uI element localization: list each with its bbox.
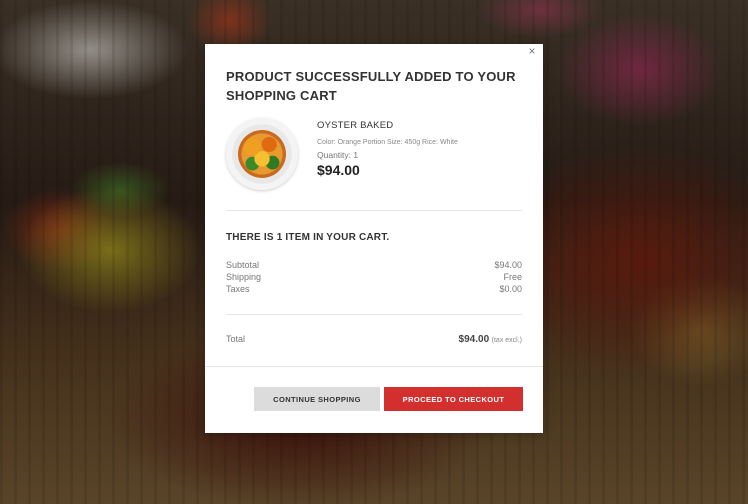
divider — [226, 210, 522, 211]
total-label: Total — [226, 334, 246, 344]
product-quantity: Quantity: 1 — [317, 150, 359, 160]
total-value-group: $94.00 (tax excl.) — [459, 334, 522, 345]
divider — [226, 314, 522, 315]
product-name: OYSTER BAKED — [317, 120, 394, 131]
subtotal-value: $94.00 — [494, 260, 522, 270]
continue-shopping-button[interactable]: CONTINUE SHOPPING — [254, 387, 380, 411]
tax-note: (tax excl.) — [491, 337, 522, 344]
product-attributes: Color: Orange Portion Size: 450g Rice: W… — [317, 139, 458, 146]
taxes-label: Taxes — [226, 284, 250, 294]
food-plate-icon — [238, 130, 286, 178]
shipping-label: Shipping — [226, 272, 262, 282]
shipping-value: Free — [503, 272, 522, 282]
modal-title: PRODUCT SUCCESSFULLY ADDED TO YOUR SHOPP… — [226, 69, 516, 103]
product-price: $94.00 — [317, 162, 360, 178]
close-icon[interactable]: × — [526, 45, 538, 57]
taxes-value: $0.00 — [499, 284, 522, 294]
subtotal-label: Subtotal — [226, 260, 260, 270]
add-to-cart-modal: × PRODUCT SUCCESSFULLY ADDED TO YOUR SHO… — [205, 44, 543, 433]
total-value: $94.00 — [458, 334, 490, 345]
proceed-to-checkout-button[interactable]: PROCEED TO CHECKOUT — [384, 387, 523, 411]
cart-item-count: THERE IS 1 ITEM IN YOUR CART. — [226, 232, 390, 243]
product-image — [226, 118, 298, 190]
footer-divider — [205, 366, 543, 367]
